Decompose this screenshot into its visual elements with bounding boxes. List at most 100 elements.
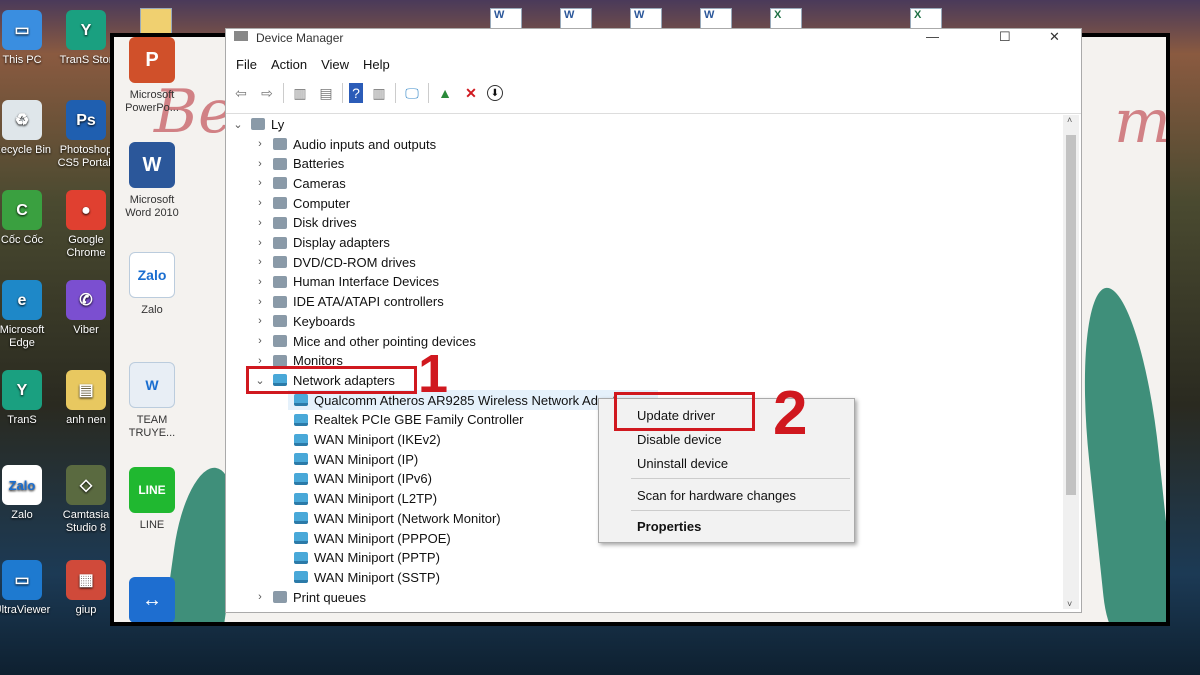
desktop-icon[interactable]: Ps Photoshop CS5 Portab bbox=[54, 100, 118, 170]
properties-icon[interactable]: ▤ bbox=[316, 83, 336, 103]
network-adapter-item[interactable]: WAN Miniport (Network Monitor) bbox=[288, 508, 501, 528]
desktop-icon[interactable]: ● Google Chrome bbox=[54, 190, 118, 260]
scroll-up-icon[interactable]: ˄ bbox=[1067, 115, 1072, 125]
desktop-icon[interactable]: ✆ Viber bbox=[54, 280, 118, 337]
chevron-right-icon[interactable]: › bbox=[253, 296, 267, 308]
desktop-icon-label: Cốc Cốc bbox=[0, 234, 44, 246]
network-adapter-item[interactable]: WAN Miniport (PPPOE) bbox=[288, 528, 451, 548]
context-separator bbox=[631, 510, 850, 511]
chevron-right-icon[interactable]: › bbox=[253, 158, 267, 170]
network-adapter-item[interactable]: WAN Miniport (L2TP) bbox=[288, 489, 437, 509]
desktop-icon-label: Zalo bbox=[11, 509, 33, 521]
tree-category-ide-ata-atapi-controllers[interactable]: › IDE ATA/ATAPI controllers bbox=[253, 292, 444, 312]
tree-category-disk-drives[interactable]: › Disk drives bbox=[253, 213, 357, 233]
network-adapter-item[interactable]: WAN Miniport (IKEv2) bbox=[288, 430, 441, 450]
tree-item-label: Mice and other pointing devices bbox=[293, 333, 476, 349]
desktop-icon-label: UltraViewer bbox=[0, 604, 51, 616]
desktop-top-folder-icon[interactable] bbox=[140, 8, 172, 36]
menu-bar: File Action View Help bbox=[236, 57, 390, 72]
menu-help[interactable]: Help bbox=[363, 57, 390, 72]
network-adapter-icon bbox=[294, 532, 308, 544]
context-uninstall-device[interactable]: Uninstall device bbox=[637, 456, 728, 471]
action-pane-icon[interactable]: ▥ bbox=[369, 83, 389, 103]
chevron-right-icon[interactable]: › bbox=[253, 138, 267, 150]
desktop-icon[interactable]: Y TranS Stor bbox=[54, 10, 118, 67]
tree-category-print-queues[interactable]: › Print queues bbox=[253, 587, 366, 607]
menu-file[interactable]: File bbox=[236, 57, 257, 72]
desktop-icon[interactable]: ▭ This PC bbox=[0, 10, 54, 67]
chevron-right-icon[interactable]: › bbox=[253, 276, 267, 288]
chevron-right-icon[interactable]: › bbox=[253, 591, 267, 603]
network-adapter-item[interactable]: WAN Miniport (PPTP) bbox=[288, 548, 440, 568]
chevron-right-icon[interactable]: › bbox=[253, 217, 267, 229]
desktop-icon[interactable]: ▭ UltraViewer bbox=[0, 560, 54, 617]
network-adapter-icon bbox=[294, 413, 308, 426]
tree-category-cameras[interactable]: › Cameras bbox=[253, 173, 346, 193]
inner-desktop-icon[interactable]: P Microsoft PowerPo... bbox=[120, 37, 184, 115]
tree-item-label: Disk drives bbox=[293, 215, 357, 231]
scan-hardware-icon[interactable]: 🖵 bbox=[402, 83, 422, 103]
show-hide-console-tree-icon[interactable]: ▥ bbox=[290, 83, 310, 103]
tree-category-keyboards[interactable]: › Keyboards bbox=[253, 311, 355, 331]
tree-item-label: Computer bbox=[293, 195, 351, 211]
inner-desktop-icon[interactable]: ↔ bbox=[120, 577, 184, 622]
tree-category-audio-inputs-and-outputs[interactable]: › Audio inputs and outputs bbox=[253, 134, 436, 154]
inner-desktop-icon[interactable]: W Microsoft Word 2010 bbox=[120, 142, 184, 220]
network-adapter-icon bbox=[294, 551, 308, 564]
network-adapter-item[interactable]: Realtek PCIe GBE Family Controller bbox=[288, 410, 524, 430]
desktop-icon[interactable]: ▤ anh nen bbox=[54, 370, 118, 427]
inner-desktop-icon[interactable]: LINE LINE bbox=[120, 467, 184, 532]
tree-root-computer[interactable]: ⌄ Ly bbox=[231, 114, 284, 134]
device-category-icon bbox=[273, 138, 287, 150]
network-adapter-item[interactable]: WAN Miniport (SSTP) bbox=[288, 567, 440, 587]
desktop-app-icon: Y bbox=[66, 10, 106, 50]
chevron-right-icon[interactable]: › bbox=[253, 335, 267, 347]
scrollbar-thumb[interactable] bbox=[1066, 135, 1076, 495]
scroll-down-icon[interactable]: ˅ bbox=[1067, 599, 1072, 609]
chevron-right-icon[interactable]: › bbox=[253, 177, 267, 189]
desktop-icon[interactable]: Zalo Zalo bbox=[0, 465, 54, 522]
context-disable-device[interactable]: Disable device bbox=[637, 432, 722, 447]
menu-action[interactable]: Action bbox=[271, 57, 307, 72]
network-adapter-item[interactable]: WAN Miniport (IPv6) bbox=[288, 469, 432, 489]
desktop-icon[interactable]: ▦ giup bbox=[54, 560, 118, 617]
desktop-icon-label: Microsoft Edge bbox=[0, 324, 45, 349]
chevron-down-icon[interactable]: ⌄ bbox=[231, 118, 245, 131]
desktop-icon[interactable]: C Cốc Cốc bbox=[0, 190, 54, 247]
inner-desktop-icon-label: Zalo bbox=[141, 304, 163, 316]
minimize-button[interactable]: — bbox=[926, 29, 939, 44]
inner-desktop-icon[interactable]: W TEAM TRUYE... bbox=[120, 362, 184, 440]
tree-category-display-adapters[interactable]: › Display adapters bbox=[253, 233, 390, 253]
chevron-right-icon[interactable]: › bbox=[253, 237, 267, 249]
desktop-icon[interactable]: e Microsoft Edge bbox=[0, 280, 54, 350]
desktop-icon[interactable]: Y TranS bbox=[0, 370, 54, 427]
chevron-right-icon[interactable]: › bbox=[253, 355, 267, 367]
chevron-right-icon[interactable]: › bbox=[253, 197, 267, 209]
tree-category-dvd-cd-rom-drives[interactable]: › DVD/CD-ROM drives bbox=[253, 252, 416, 272]
vertical-scrollbar[interactable]: ˄ ˅ bbox=[1063, 115, 1079, 609]
uninstall-icon[interactable]: ✕ bbox=[461, 83, 481, 103]
network-adapter-icon bbox=[294, 453, 308, 466]
update-driver-icon[interactable]: ▲ bbox=[435, 83, 455, 103]
tree-category-human-interface-devices[interactable]: › Human Interface Devices bbox=[253, 272, 439, 292]
inner-desktop-icon[interactable]: Zalo Zalo bbox=[120, 252, 184, 317]
back-arrow-icon[interactable]: ⇦ bbox=[231, 83, 251, 103]
maximize-button[interactable]: ☐ bbox=[999, 29, 1011, 45]
network-adapter-item[interactable]: WAN Miniport (IP) bbox=[288, 449, 418, 469]
tree-category-computer[interactable]: › Computer bbox=[253, 193, 350, 213]
help-icon[interactable]: ? bbox=[349, 83, 363, 103]
context-scan-hardware[interactable]: Scan for hardware changes bbox=[637, 488, 796, 503]
chevron-right-icon[interactable]: › bbox=[253, 256, 267, 268]
chevron-right-icon[interactable]: › bbox=[253, 315, 267, 327]
menu-view[interactable]: View bbox=[321, 57, 349, 72]
desktop-icon[interactable]: ◇ Camtasia Studio 8 bbox=[54, 465, 118, 535]
tree-item-label: Qualcomm Atheros AR9285 Wireless Network… bbox=[314, 392, 628, 408]
desktop-icon-label: Viber bbox=[73, 324, 99, 336]
desktop-icon[interactable]: ♻ Recycle Bin bbox=[0, 100, 54, 157]
context-properties[interactable]: Properties bbox=[637, 519, 701, 534]
forward-arrow-icon[interactable]: ⇨ bbox=[257, 83, 277, 103]
disable-icon[interactable]: ⬇ bbox=[487, 85, 503, 101]
close-button[interactable]: ✕ bbox=[1049, 29, 1060, 45]
desktop-app-icon: ♻ bbox=[2, 100, 42, 140]
tree-category-batteries[interactable]: › Batteries bbox=[253, 154, 344, 174]
